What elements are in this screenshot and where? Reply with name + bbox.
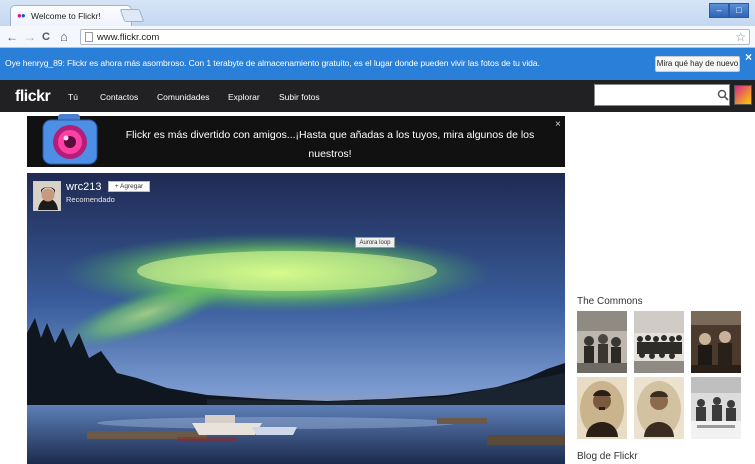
add-contact-button[interactable]: + Agregar [108,181,150,192]
flickr-nav-bar: flickr Tú Contactos Comunidades Explorar… [0,80,755,112]
owner-name[interactable]: wrc213 [66,181,101,193]
nav-item-subir-fotos[interactable]: Subir fotos [279,92,320,102]
commons-thumbnail[interactable] [634,377,684,439]
promo-text: Flickr es más divertido con amigos...¡Ha… [125,129,535,160]
minimize-button[interactable]: – [709,3,729,18]
browser-toolbar: ← → C ⌂ www.flickr.com ☆ [0,26,755,48]
browser-tab[interactable]: ●● Welcome to Flickr! × [10,5,132,26]
forward-arrow-icon[interactable]: → [24,29,36,45]
search-input[interactable] [594,84,730,106]
search-icon[interactable] [717,89,729,101]
reload-icon[interactable]: C [42,29,50,45]
thumbnail-image [634,377,684,439]
photo-title-tooltip: Aurora loop [355,237,395,248]
owner-subtitle: Recomendado [66,195,115,204]
notification-close-icon[interactable]: × [745,50,752,64]
commons-thumbnail[interactable] [691,377,741,439]
commons-thumbnail[interactable] [691,311,741,373]
blog-title[interactable]: Blog de Flickr [577,451,638,462]
camera-icon [42,114,98,165]
featured-photo[interactable] [27,173,565,464]
thumbnail-image [691,311,741,373]
aurora-photo-image [27,173,565,464]
flickr-logo[interactable]: flickr [15,88,51,106]
flickr-favicon-icon: ●● [17,11,26,20]
promo-close-icon[interactable]: × [555,119,561,130]
commons-thumbnail[interactable] [577,311,627,373]
thumbnail-image [691,377,741,439]
window-controls: – □ [709,3,749,18]
owner-avatar-image [34,182,60,210]
new-tab-button[interactable] [119,9,145,22]
thumbnail-image [577,377,627,439]
whats-new-button[interactable]: Mira qué hay de nuevo [655,56,740,72]
bookmark-star-icon[interactable]: ☆ [735,30,746,44]
notification-text: Oye henryg_89: Flickr es ahora más asomb… [5,58,540,68]
nav-item-comunidades[interactable]: Comunidades [157,92,209,102]
thumbnail-image [577,311,627,373]
back-arrow-icon[interactable]: ← [6,29,18,45]
commons-title[interactable]: The Commons [577,296,643,307]
user-avatar[interactable] [734,85,752,105]
notification-bar: Oye henryg_89: Flickr es ahora más asomb… [0,48,755,80]
page-icon [85,32,93,42]
maximize-button[interactable]: □ [729,3,749,18]
thumbnail-image [634,311,684,373]
tab-title: Welcome to Flickr! [31,11,101,21]
browser-tab-strip: ●● Welcome to Flickr! × – □ [0,0,755,26]
owner-avatar[interactable] [33,181,61,211]
commons-thumbnail[interactable] [577,377,627,439]
nav-item-tu[interactable]: Tú [68,92,78,102]
commons-thumbnail[interactable] [634,311,684,373]
url-text: www.flickr.com [97,32,160,43]
home-icon[interactable]: ⌂ [60,29,68,45]
nav-item-explorar[interactable]: Explorar [228,92,260,102]
nav-item-contactos[interactable]: Contactos [100,92,138,102]
address-bar[interactable]: www.flickr.com ☆ [80,29,750,45]
